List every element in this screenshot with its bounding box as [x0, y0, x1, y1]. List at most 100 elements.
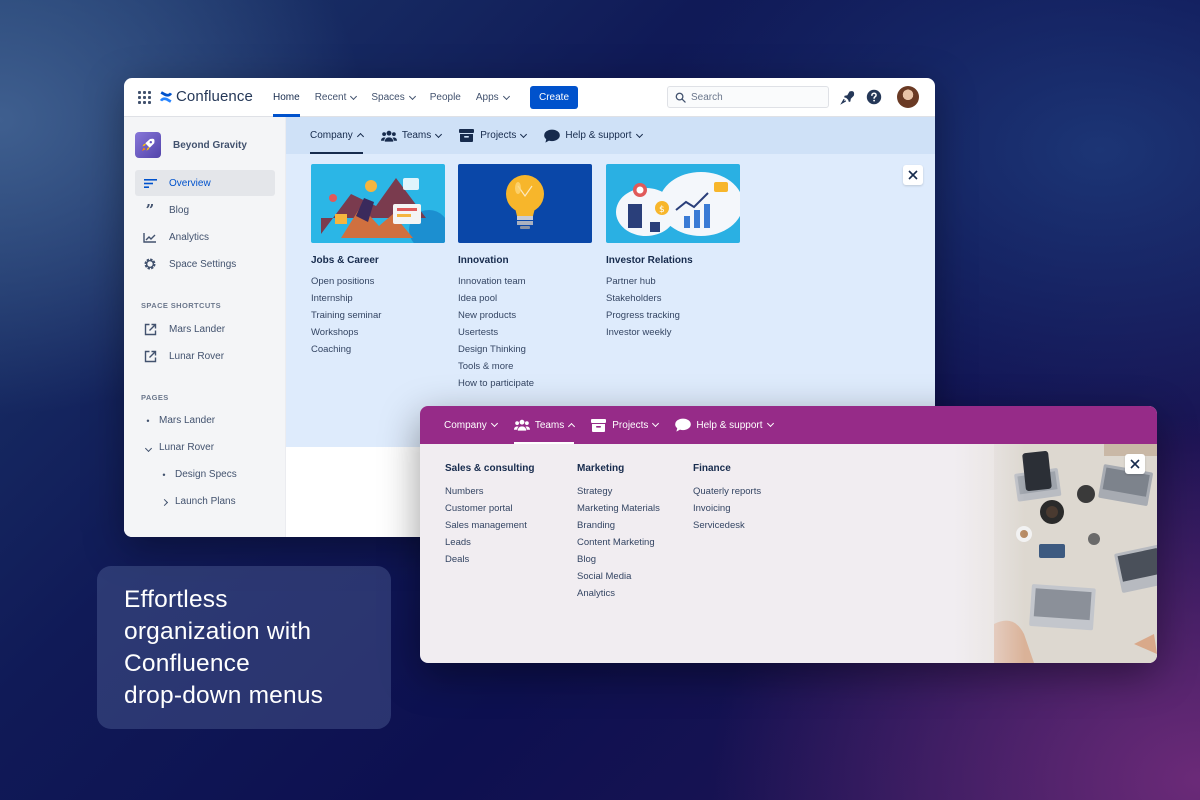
menu-link-idea-pool[interactable]: Idea pool [458, 293, 592, 310]
archive-box-icon [459, 129, 475, 143]
top-navigation: Confluence Home Recent Spaces People Apps Cr… [124, 78, 935, 117]
menu-column-marketing: Marketing Strategy Marketing Materials Bra… [577, 463, 660, 605]
menu-link-training-seminar[interactable]: Training seminar [311, 310, 445, 327]
caption-line: Effortless [124, 586, 228, 613]
menu-link-invoicing[interactable]: Invoicing [693, 503, 761, 520]
rocket-icon [135, 132, 161, 158]
page-label: Launch Plans [175, 496, 236, 507]
menu-tab-teams[interactable]: Teams [380, 117, 443, 154]
chevron-down-icon [652, 419, 660, 428]
menu-link-partner-hub[interactable]: Partner hub [606, 276, 740, 293]
menu-tab-projects[interactable]: Projects [459, 117, 528, 154]
confluence-logo[interactable]: Confluence [159, 88, 253, 105]
close-button[interactable] [1125, 454, 1145, 474]
menu-link-branding[interactable]: Branding [577, 520, 660, 537]
page-mars-lander[interactable]: • Mars Lander [143, 415, 215, 426]
top-nav-label: Apps [475, 92, 499, 103]
lightbulb-illustration [458, 164, 592, 243]
analytics-icon [143, 230, 157, 244]
help-icon[interactable] [866, 89, 882, 105]
menu-link-how-to-participate[interactable]: How to participate [458, 378, 592, 395]
menu-link-numbers[interactable]: Numbers [445, 486, 534, 503]
menu-link-internship[interactable]: Internship [311, 293, 445, 310]
sidebar-item-label: Blog [169, 204, 190, 216]
quote-icon: ” [145, 201, 155, 219]
overview-icon [143, 176, 157, 190]
menu-link-open-positions[interactable]: Open positions [311, 276, 445, 293]
menu-link-leads[interactable]: Leads [445, 537, 534, 554]
menu-tab-teams[interactable]: Teams [513, 406, 576, 444]
menu-tab-company[interactable]: Company [310, 117, 364, 154]
team-desk-photo [954, 444, 1157, 663]
create-button[interactable]: Create [530, 86, 578, 109]
shortcut-lunar-rover[interactable]: Lunar Rover [135, 343, 275, 369]
menu-link-design-thinking[interactable]: Design Thinking [458, 344, 592, 361]
top-nav-label: People [429, 92, 461, 103]
sidebar-item-blog[interactable]: ” Blog [135, 197, 275, 223]
shortcut-mars-lander[interactable]: Mars Lander [135, 316, 275, 342]
jobs-illustration [311, 164, 445, 243]
top-nav-label: Recent [314, 92, 347, 103]
menu-link-tools-and-more[interactable]: Tools & more [458, 361, 592, 378]
menu-link-new-products[interactable]: New products [458, 310, 592, 327]
menu-tab-help-and-support[interactable]: Help & support [544, 117, 643, 154]
menu-link-social-media[interactable]: Social Media [577, 571, 660, 588]
gear-icon [143, 257, 157, 271]
page-lunar-rover[interactable]: Lunar Rover [143, 442, 214, 453]
menu-link-analytics[interactable]: Analytics [577, 588, 660, 605]
menu-link-strategy[interactable]: Strategy [577, 486, 660, 503]
sidebar-item-space-settings[interactable]: Space Settings [135, 251, 275, 277]
menu-link-coaching[interactable]: Coaching [311, 344, 445, 361]
search-icon [675, 92, 686, 103]
company-menu-bar: Company Teams Projects Help & support [286, 117, 935, 154]
menu-link-investor-weekly[interactable]: Investor weekly [606, 327, 740, 344]
menu-link-progress-tracking[interactable]: Progress tracking [606, 310, 740, 327]
menu-column-title: Finance [693, 463, 731, 474]
page-label: Design Specs [175, 469, 237, 480]
search-input[interactable] [691, 91, 821, 103]
close-button[interactable] [903, 165, 923, 185]
teams-dropdown-window: Company Teams Projects Help & support Sales… [420, 406, 1157, 663]
menu-tab-company[interactable]: Company [444, 406, 498, 444]
chevron-right-icon[interactable] [159, 497, 169, 507]
space-header[interactable]: Beyond Gravity [135, 132, 247, 158]
top-nav-apps[interactable]: Apps [475, 78, 510, 117]
company-dropdown: Jobs & Career Open positions Internship Tr… [286, 154, 935, 447]
sidebar-item-analytics[interactable]: Analytics [135, 224, 275, 250]
chevron-down-icon [635, 130, 643, 138]
menu-link-stakeholders[interactable]: Stakeholders [606, 293, 740, 310]
page-launch-plans[interactable]: Launch Plans [159, 496, 236, 507]
top-nav-people[interactable]: People [430, 78, 461, 117]
search-box[interactable] [667, 86, 829, 108]
menu-link-usertests[interactable]: Usertests [458, 327, 592, 344]
menu-column-title: Jobs & Career [311, 255, 379, 266]
menu-link-quaterly-reports[interactable]: Quaterly reports [693, 486, 761, 503]
confluence-logo-icon [159, 90, 173, 103]
shortcut-label: Mars Lander [169, 323, 226, 335]
caption-line: drop-down menus [124, 682, 324, 709]
menu-tab-projects[interactable]: Projects [591, 406, 660, 444]
menu-link-content-marketing[interactable]: Content Marketing [577, 537, 660, 554]
menu-link-sales-management[interactable]: Sales management [445, 520, 534, 537]
menu-link-servicedesk[interactable]: Servicedesk [693, 520, 761, 537]
sidebar-item-overview[interactable]: Overview [135, 170, 275, 196]
top-nav-spaces[interactable]: Spaces [371, 78, 416, 117]
menu-tab-help-and-support[interactable]: Help & support [675, 406, 774, 444]
sidebar-item-label: Analytics [169, 231, 210, 243]
page-design-specs[interactable]: • Design Specs [159, 469, 237, 480]
chevron-down-icon[interactable] [143, 443, 153, 453]
menu-link-deals[interactable]: Deals [445, 554, 534, 571]
app-switcher-icon[interactable] [138, 91, 151, 104]
menu-column-title: Innovation [458, 255, 509, 266]
user-avatar[interactable] [897, 86, 919, 108]
menu-link-workshops[interactable]: Workshops [311, 327, 445, 344]
bullet-icon: • [146, 415, 150, 426]
menu-link-customer-portal[interactable]: Customer portal [445, 503, 534, 520]
menu-link-innovation-team[interactable]: Innovation team [458, 276, 592, 293]
menu-tab-label: Help & support [565, 130, 632, 141]
menu-link-blog[interactable]: Blog [577, 554, 660, 571]
top-nav-home[interactable]: Home [273, 78, 300, 117]
menu-link-marketing-materials[interactable]: Marketing Materials [577, 503, 660, 520]
top-nav-recent[interactable]: Recent [314, 78, 358, 117]
notifications-icon[interactable] [840, 89, 856, 105]
